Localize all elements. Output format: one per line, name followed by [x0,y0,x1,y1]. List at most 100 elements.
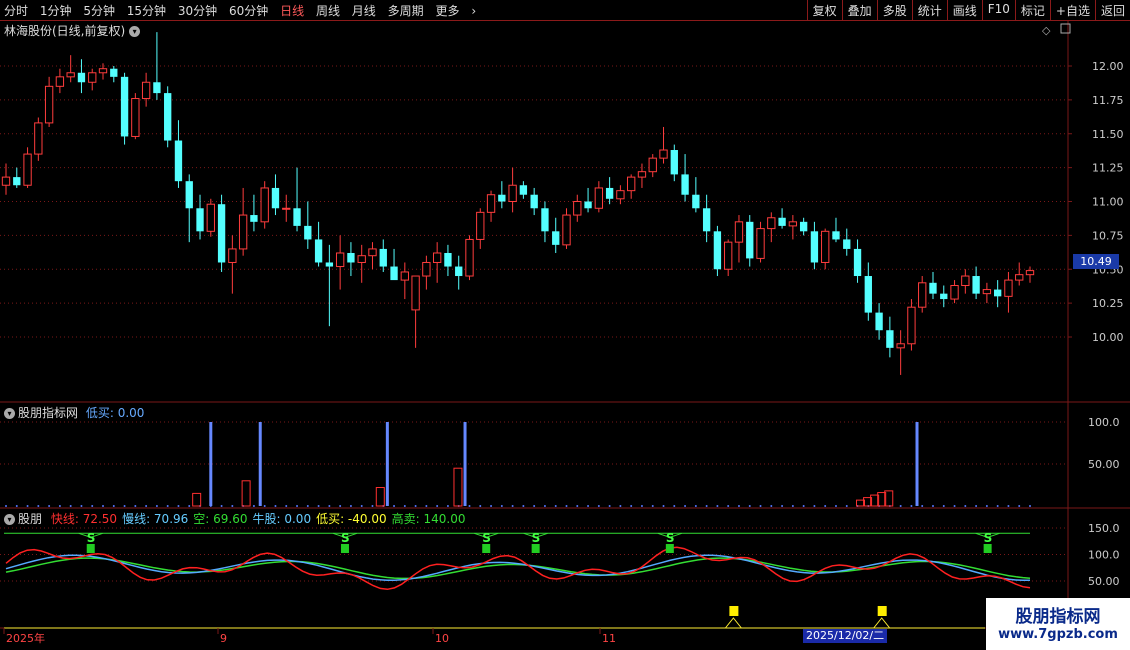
indicator1-name: 股朋指标网 [18,406,79,420]
price-tick-label: 12.00 [1092,60,1124,73]
date-label: 9 [220,632,227,645]
candle-body [164,93,172,141]
ind1-tick-label: 100.0 [1088,416,1120,429]
candle-body [1,176,11,186]
ind1-dot [414,505,417,507]
ind1-dot [296,505,299,507]
ind1-dot [619,505,622,507]
price-tick-label: 10.25 [1092,297,1124,310]
ind1-dot [543,505,546,507]
candle-body [174,140,183,182]
ind1-dot [91,505,94,507]
chevron-down-icon[interactable]: ▾ [129,26,141,37]
candle-body [875,312,883,331]
candle-body [250,215,258,222]
ind1-dot [166,505,169,507]
ind1-dot [511,505,514,507]
ind1-dot [274,505,277,507]
date-label: 11 [602,632,616,645]
ind1-dot [393,505,396,507]
watermark: 股朋指标网 www.7gpzb.com [986,598,1130,650]
candle-body [23,153,32,186]
ind1-dot [177,505,180,507]
candle-body [238,214,248,250]
sell-signal-letter: S [482,531,491,545]
ind1-dot [931,505,934,507]
ind1-dot [834,505,837,507]
candle-body [260,187,269,223]
ind1-dot [479,505,482,507]
candle-body [746,221,754,259]
ind2-tick-label: 150.0 [1088,522,1120,535]
candle-body [713,231,722,270]
indicator2-legend: 快线: 72.50 慢线: 70.96 空: 69.60 牛股: 0.00 低买: -4… [46,512,466,526]
ind1-dot [446,505,449,507]
candle-body [929,282,937,294]
ind1-dot [188,505,191,507]
sell-signal-letter: S [532,531,541,545]
ind1-dot [813,505,816,507]
ind1-dot [306,505,309,507]
ind1-dot [899,505,902,507]
candle-body [455,266,463,277]
candle-body [552,231,560,245]
window-icon [1060,23,1071,34]
sell-signal-box [531,544,540,553]
collapse-icon[interactable]: ▾ [4,408,15,419]
candle-body [196,208,204,232]
ind1-dot [942,505,945,507]
collapse-icon[interactable]: ▾ [4,514,15,525]
candle-body [444,252,452,267]
ind1-dot [985,505,988,507]
candle-body [756,228,765,259]
ind1-dot [145,505,148,507]
buy-signal-box [729,606,739,616]
ind1-dot [317,505,320,507]
ind1-dot [468,505,471,507]
candle-body [34,122,43,155]
candle-body [77,72,86,83]
buy-signal-notch [725,617,742,629]
date-label: 10 [435,632,449,645]
price-tick-label: 11.50 [1092,128,1124,141]
indicator1-header: ▾ 股朋指标网 低买: 0.00 [4,404,144,421]
ind1-dot [69,505,72,507]
ind1-blue-bar [463,422,467,506]
ind1-tick-label: 50.00 [1088,458,1120,471]
candle-body [110,68,118,77]
candle-body [486,194,496,213]
candle-body [206,203,215,232]
ind1-dot [640,505,643,507]
ind1-dot [910,505,913,507]
ind1-dot [597,505,600,507]
candle-body [141,81,151,100]
ind1-dot [37,505,40,507]
ind1-dot [651,505,654,507]
ind1-dot [328,505,331,507]
ind1-dot [748,505,751,507]
candle-body [681,174,689,195]
candle-body [314,239,323,263]
price-tick-label: 11.25 [1092,162,1124,175]
candle-body [476,211,485,240]
ind1-dot [996,505,999,507]
ind1-dot [220,505,223,507]
ind1-dot [123,505,126,507]
ind1-dot [662,505,665,507]
candle-body [185,181,193,209]
candle-body [432,252,442,263]
ind1-dot [5,505,7,507]
candle-body [411,275,420,311]
indicator2-legend-item: 牛股: 0.00 [252,512,312,526]
candle-body [864,276,872,313]
stock-title[interactable]: 林海股份(日线,前复权) ▾ [4,22,141,39]
ind1-dot [155,505,158,507]
candle-body [584,201,592,209]
price-tick-label: 10.75 [1092,229,1124,242]
ind1-dot [112,505,115,507]
ind1-dot [716,505,719,507]
candle-body [282,207,291,210]
candle-body [907,306,916,345]
candle-body [519,185,528,195]
kline-chart[interactable]: 12.0011.7511.5011.2511.0010.7510.5010.25… [0,0,1130,650]
